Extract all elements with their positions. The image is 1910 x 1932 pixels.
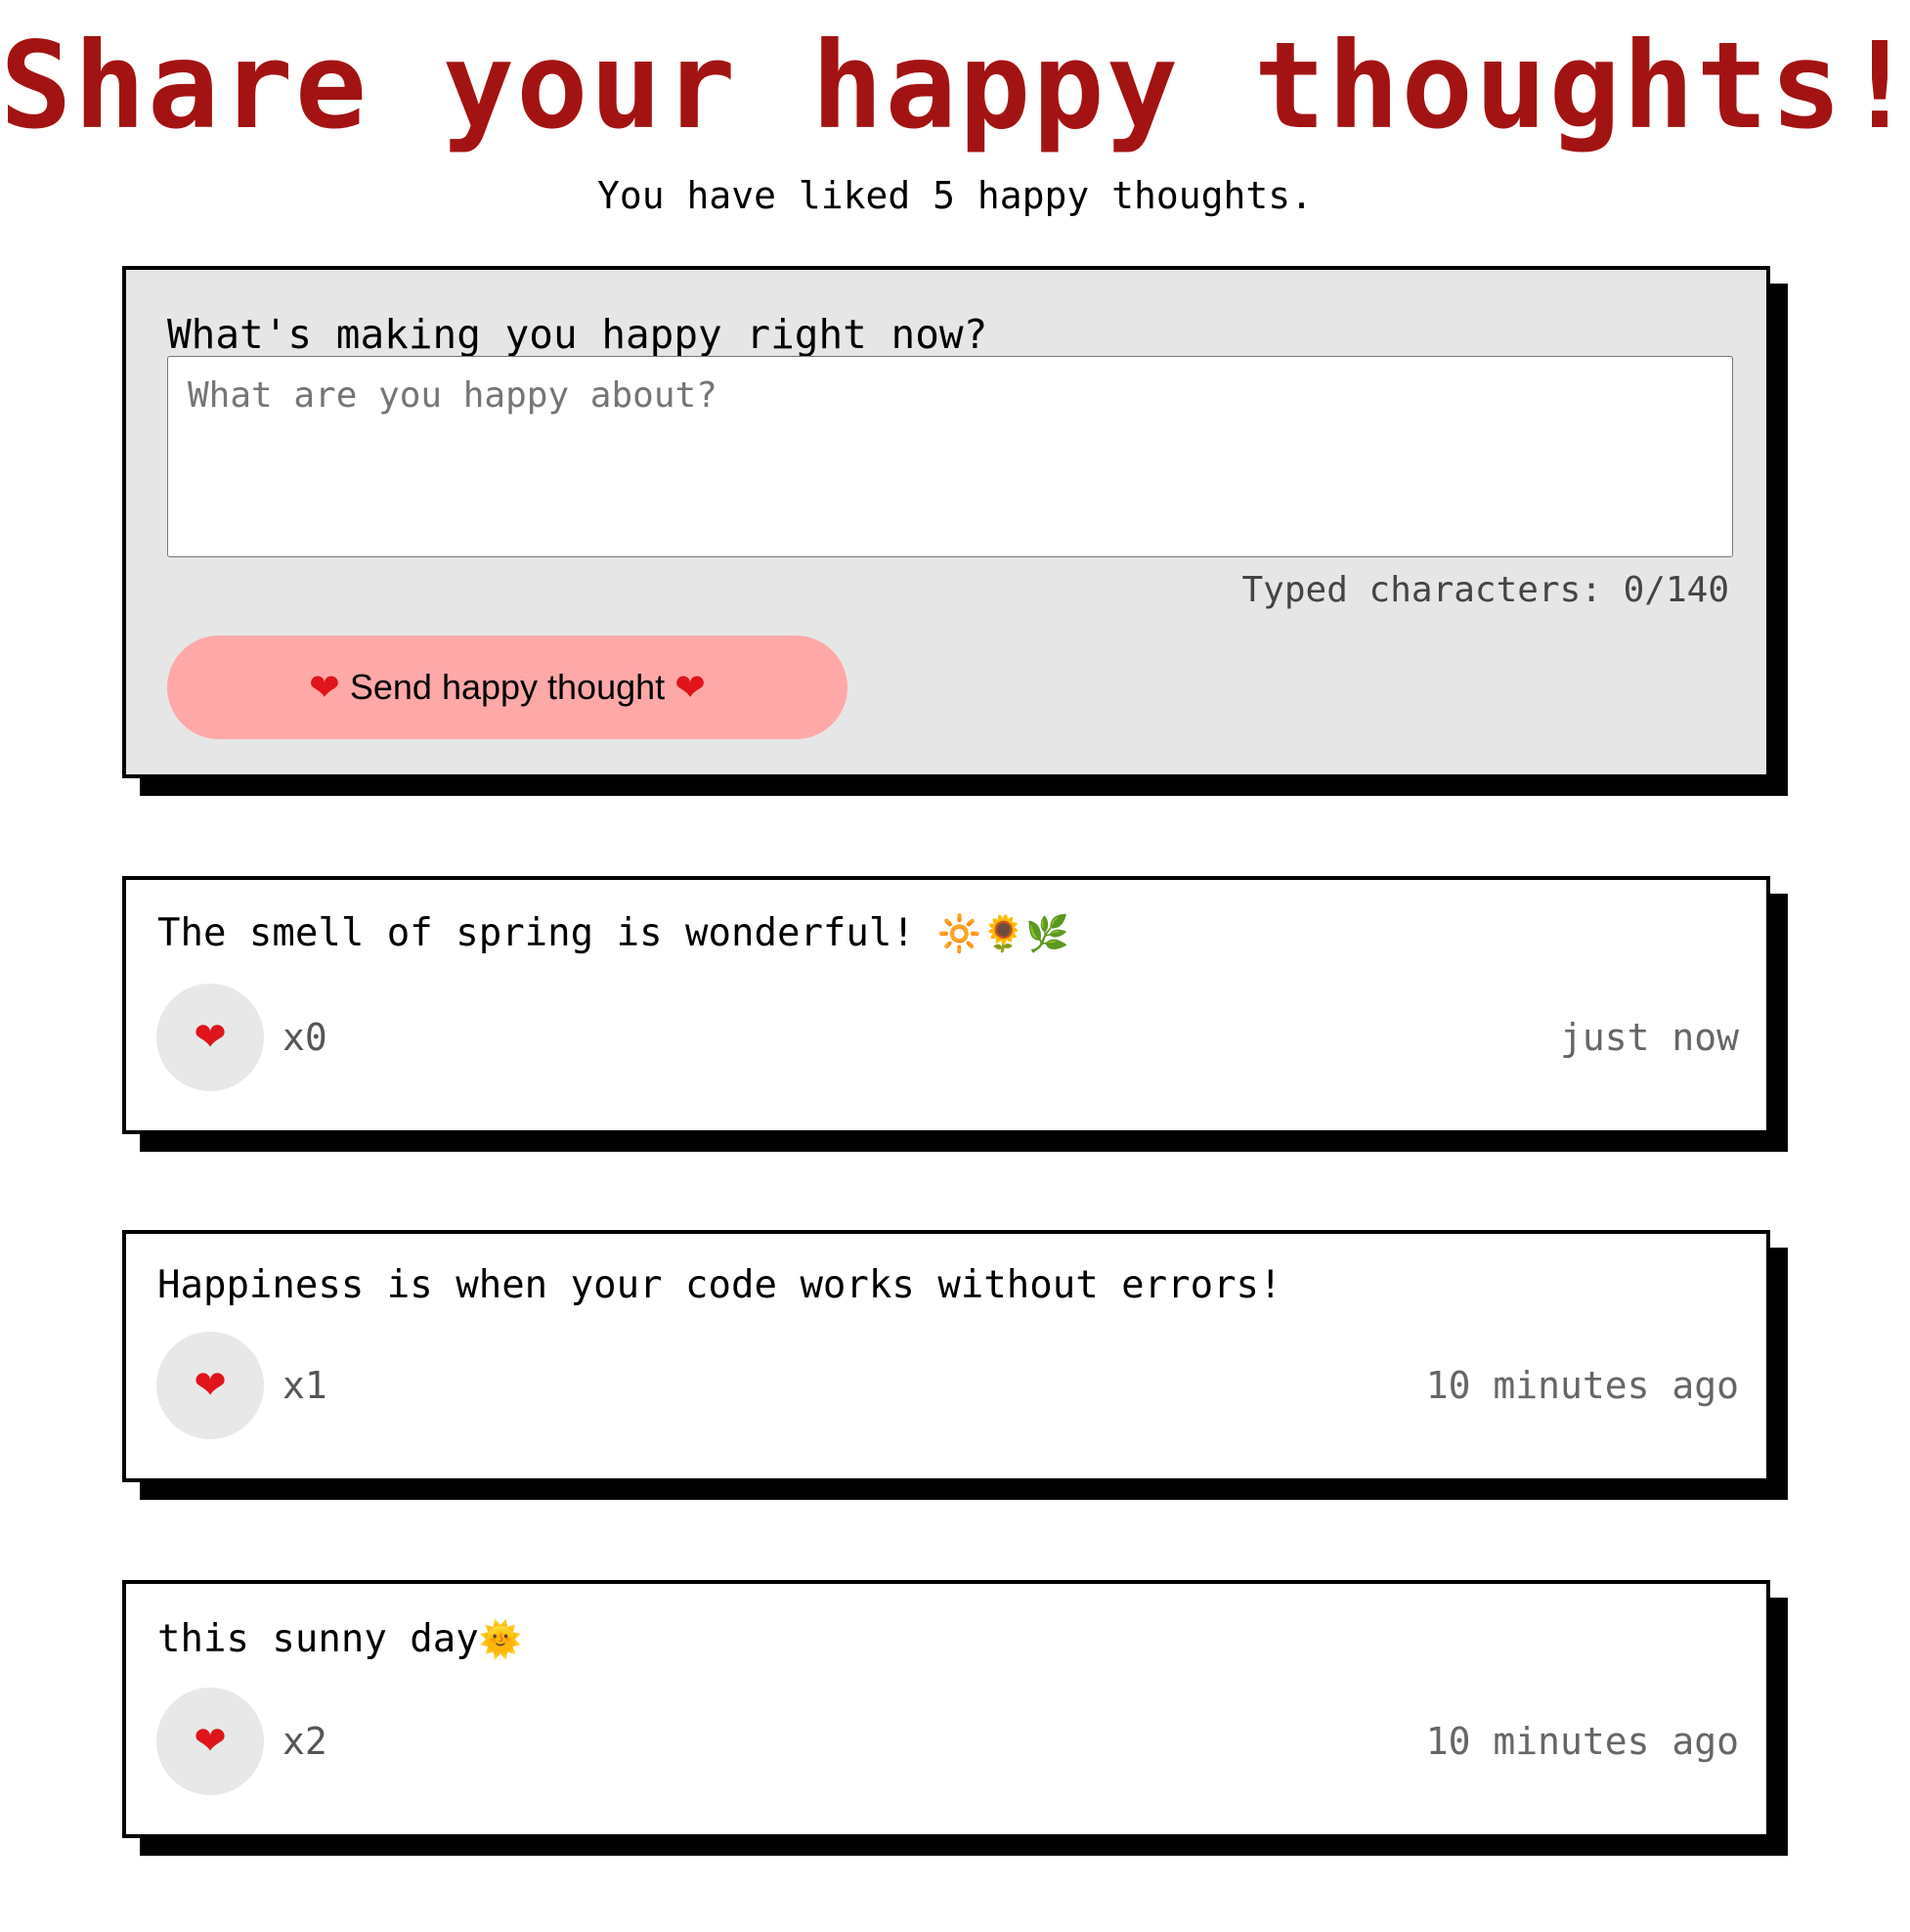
send-button-label: Send happy thought bbox=[349, 667, 666, 707]
sun-emoji-icon: 🌞 bbox=[478, 1620, 523, 1660]
liked-count-text: You have liked 5 happy thoughts. bbox=[596, 174, 1314, 217]
thought-message: this sunny day🌞 bbox=[157, 1613, 523, 1667]
thought-text: The smell of spring is wonderful! bbox=[157, 911, 915, 955]
character-counter: Typed characters: 0/140 bbox=[1241, 570, 1730, 610]
form-question-label: What's making you happy right now? bbox=[167, 311, 988, 358]
spring-emoji-icons: 🔆🌻🌿 bbox=[937, 914, 1069, 954]
like-button[interactable]: ❤ bbox=[156, 1688, 264, 1795]
happy-thought-form: What's making you happy right now? Typed… bbox=[122, 266, 1770, 778]
like-count: x0 bbox=[282, 1016, 327, 1059]
thought-text: this sunny day bbox=[157, 1617, 479, 1661]
like-button[interactable]: ❤ bbox=[156, 1332, 264, 1439]
thought-message: The smell of spring is wonderful! 🔆🌻🌿 bbox=[157, 907, 1069, 961]
thought-input[interactable] bbox=[167, 356, 1733, 557]
thought-message: Happiness is when your code works withou… bbox=[157, 1259, 1282, 1312]
heart-icon: ❤ bbox=[194, 1015, 227, 1060]
like-count: x1 bbox=[282, 1364, 327, 1407]
thought-timestamp: 10 minutes ago bbox=[1425, 1364, 1739, 1407]
thought-timestamp: 10 minutes ago bbox=[1425, 1720, 1739, 1763]
page-title: Share your happy thoughts! bbox=[0, 17, 1910, 155]
thought-text: Happiness is when your code works withou… bbox=[157, 1263, 1282, 1307]
thought-card: Happiness is when your code works withou… bbox=[122, 1230, 1770, 1482]
heart-icon: ❤ bbox=[674, 666, 706, 709]
thought-card: this sunny day🌞 ❤ x2 10 minutes ago bbox=[122, 1580, 1770, 1838]
send-thought-button[interactable]: ❤ Send happy thought ❤ bbox=[167, 636, 847, 739]
heart-icon: ❤ bbox=[194, 1363, 227, 1408]
thought-timestamp: just now bbox=[1559, 1016, 1739, 1059]
heart-icon: ❤ bbox=[309, 666, 340, 709]
like-count: x2 bbox=[282, 1720, 327, 1763]
heart-icon: ❤ bbox=[194, 1719, 227, 1764]
thought-card: The smell of spring is wonderful! 🔆🌻🌿 ❤ … bbox=[122, 876, 1770, 1134]
like-button[interactable]: ❤ bbox=[156, 984, 264, 1091]
